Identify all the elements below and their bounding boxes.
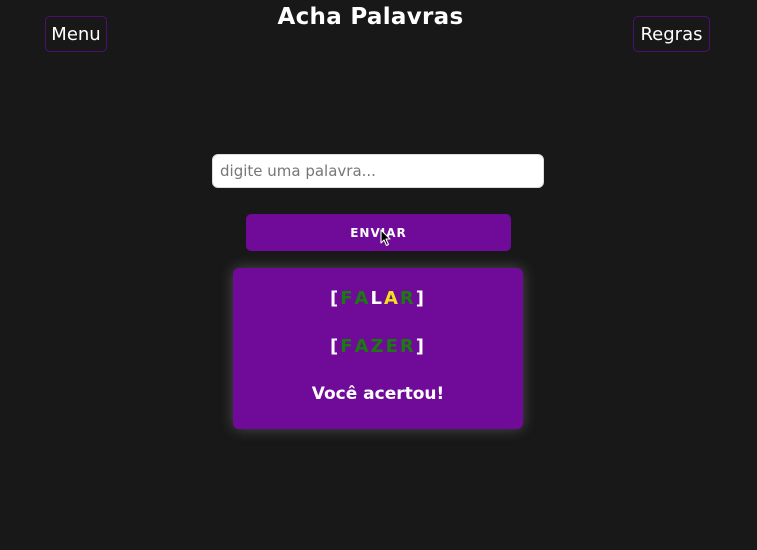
success-message: Você acertou! [311, 384, 445, 404]
page-title: Acha Palavras [277, 4, 464, 30]
guess-row-1: [FALAR] [233, 288, 523, 309]
guess-2-letter-4: E [385, 336, 400, 357]
open-bracket: [ [330, 336, 341, 357]
guess-1-letter-5: R [399, 288, 416, 309]
guess-2-letter-5: R [399, 336, 416, 357]
guess-1-letter-1: F [340, 288, 355, 309]
guess-2-letter-1: F [340, 336, 355, 357]
guess-1-letter-3: L [370, 288, 384, 309]
close-bracket: ] [415, 288, 426, 309]
rules-button[interactable]: Regras [633, 16, 710, 52]
close-bracket: ] [415, 336, 426, 357]
guess-1-letter-2: A [354, 288, 371, 309]
guess-2-letter-2: A [354, 336, 371, 357]
game-page: Menu Acha Palavras Regras ENVIAR [FALAR]… [0, 0, 757, 550]
guess-2-letter-3: Z [370, 336, 386, 357]
word-input[interactable] [212, 154, 544, 188]
open-bracket: [ [330, 288, 341, 309]
send-button[interactable]: ENVIAR [246, 214, 511, 251]
results-panel: [FALAR] [FAZER] Você acertou! [233, 268, 523, 429]
mouse-pointer-icon [380, 229, 391, 247]
guess-1-letter-4: A [383, 288, 400, 309]
guess-row-2: [FAZER] [233, 336, 523, 357]
